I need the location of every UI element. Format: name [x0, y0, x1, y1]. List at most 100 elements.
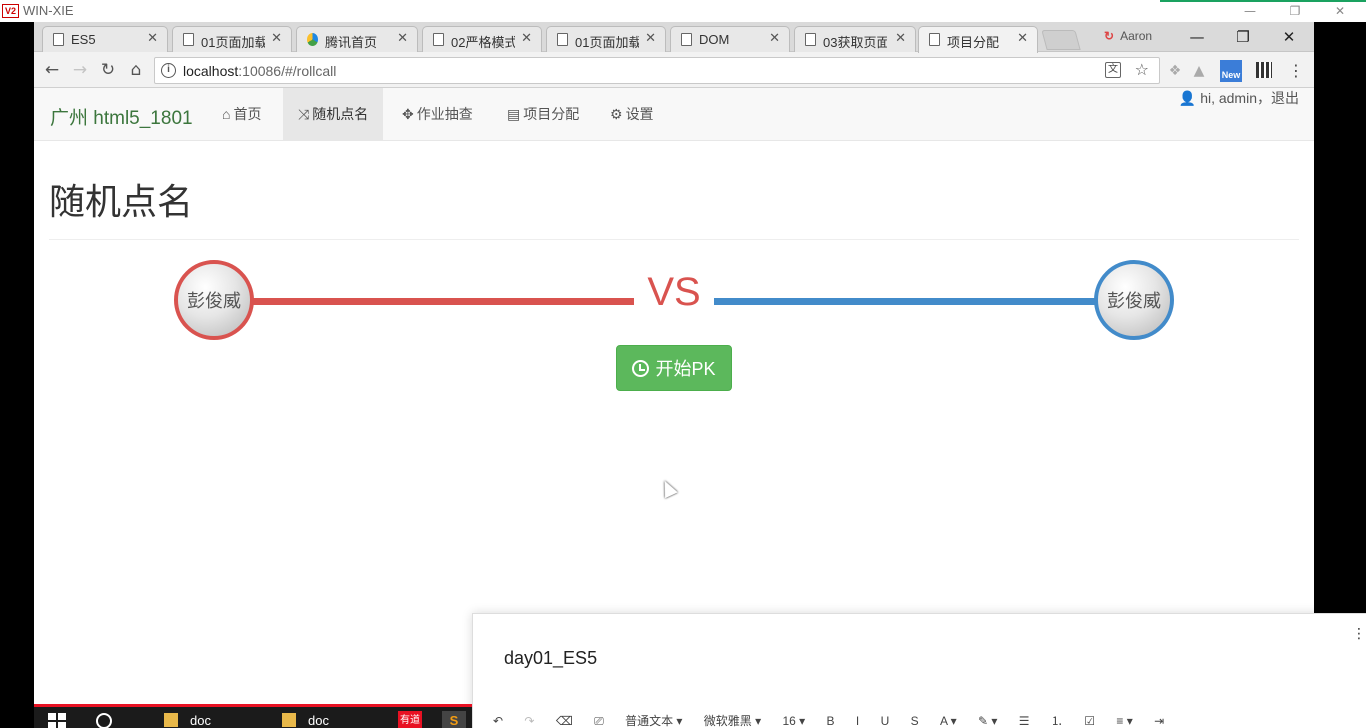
browser-close-button[interactable]: ✕ — [1274, 26, 1304, 48]
tab-close-icon[interactable]: ✕ — [1017, 31, 1028, 46]
info-icon[interactable]: i — [161, 63, 176, 78]
nav-project-assign[interactable]: ▤ 项目分配 — [492, 88, 594, 140]
browser-toolbar: ← → ↻ ⌂ i localhost:10086/#/rollcall 文 ☆… — [34, 53, 1314, 88]
page-icon — [183, 33, 194, 46]
nav-label: 项目分配 — [523, 106, 580, 122]
tab-close-icon[interactable]: ✕ — [895, 31, 906, 46]
translate-icon[interactable]: 文 — [1105, 62, 1121, 78]
nav-label: 首页 — [233, 106, 262, 122]
font-family-select[interactable]: 微软雅黑 ▾ — [704, 712, 761, 728]
tab-close-icon[interactable]: ✕ — [397, 31, 408, 46]
red-team-bar — [252, 298, 634, 305]
font-color-icon[interactable]: A ▾ — [940, 714, 957, 728]
bullet-list-icon[interactable]: ☰ — [1019, 714, 1030, 728]
qr-code-icon[interactable] — [1256, 62, 1272, 78]
sublime-text-icon[interactable]: S — [442, 711, 466, 728]
page-icon — [53, 33, 64, 46]
tab-page-load-1[interactable]: 01页面加载 ✕ — [172, 26, 292, 52]
brand-link[interactable]: 广州 html5_1801 — [50, 103, 193, 130]
tab-tencent[interactable]: 腾讯首页 ✕ — [296, 26, 418, 52]
nav-home[interactable]: ⌂ 首页 — [207, 88, 276, 140]
bold-icon[interactable]: B — [827, 714, 835, 728]
page-icon — [557, 33, 568, 46]
address-bar[interactable]: i localhost:10086/#/rollcall 文 ☆ — [154, 57, 1160, 84]
bookmark-star-icon[interactable]: ☆ — [1135, 60, 1149, 79]
nav-label: 随机点名 — [312, 106, 369, 122]
extension-icon[interactable]: ❖ — [1164, 60, 1186, 82]
more-options-icon[interactable]: ⋮ — [1352, 626, 1366, 642]
indent-icon[interactable]: ⇥ — [1154, 714, 1164, 728]
browser-menu-icon[interactable]: ⋮ — [1285, 60, 1307, 82]
eraser-icon[interactable]: ⌫ — [556, 714, 573, 728]
gear-icon: ⚙ — [610, 106, 623, 122]
font-size-select[interactable]: 16 ▾ — [782, 714, 805, 728]
list-icon: ▤ — [507, 106, 521, 122]
taskbar-item-doc-2[interactable]: doc — [282, 711, 329, 728]
browser-minimize-button[interactable]: — — [1182, 26, 1212, 48]
note-editor-panel: day01_ES5 ⋮ ↶ ↷ ⌫ ⎚ 普通文本 ▾ 微软雅黑 ▾ 16 ▾ B… — [472, 613, 1366, 728]
taskbar-item-doc-1[interactable]: doc — [164, 711, 211, 728]
user-menu[interactable]: 👤 hi, admin，退出 — [1179, 88, 1299, 140]
start-pk-button[interactable]: 开始PK — [616, 345, 732, 391]
windows-start-icon[interactable] — [48, 713, 66, 728]
tab-close-icon[interactable]: ✕ — [769, 31, 780, 46]
home-icon[interactable]: ⌂ — [124, 59, 148, 81]
new-extension-icon[interactable]: New — [1220, 60, 1242, 82]
tab-project-assign[interactable]: 项目分配 ✕ — [918, 26, 1038, 53]
undo-icon[interactable]: ↶ — [493, 714, 503, 728]
reload-icon[interactable]: ↻ — [96, 59, 120, 81]
dashboard-icon — [632, 359, 650, 377]
tab-dom[interactable]: DOM ✕ — [670, 26, 790, 52]
align-icon[interactable]: ≡ ▾ — [1116, 714, 1132, 728]
move-icon: ✥ — [402, 106, 414, 122]
remote-minimize-button[interactable]: — — [1230, 1, 1270, 21]
strikethrough-icon[interactable]: S — [911, 714, 919, 728]
youdao-icon[interactable]: 有道 — [398, 711, 422, 728]
underline-icon[interactable]: U — [881, 714, 890, 728]
home-icon: ⌂ — [222, 106, 231, 122]
search-icon[interactable] — [96, 713, 112, 728]
user-greeting: hi, admin，退出 — [1200, 90, 1299, 106]
profile-button[interactable]: ↻ Aaron — [1104, 29, 1152, 43]
remote-restore-button[interactable]: ❐ — [1275, 1, 1315, 21]
tab-title: 01页面加载 — [575, 35, 639, 50]
tab-close-icon[interactable]: ✕ — [645, 31, 656, 46]
tab-close-icon[interactable]: ✕ — [147, 31, 158, 46]
page-viewport: 广州 html5_1801 ⌂ 首页 ⤨ 随机点名 ✥ 作业抽查 ▤ 项目分配 ⚙ 设置 … — [34, 88, 1314, 704]
forward-icon[interactable]: → — [68, 59, 92, 81]
highlight-icon[interactable]: ✎ ▾ — [978, 714, 997, 728]
tab-strict-mode[interactable]: 02严格模式 ✕ — [422, 26, 542, 52]
remote-desktop-titlebar: V2 WIN-XIE — ❐ ✕ — [0, 0, 1366, 22]
tab-title: ES5 — [71, 32, 96, 47]
tab-title: 01页面加载 — [201, 35, 265, 50]
user-icon: 👤 — [1178, 90, 1197, 106]
nav-settings[interactable]: ⚙ 设置 — [595, 88, 669, 140]
angular-extension-icon[interactable]: ▲ — [1188, 60, 1210, 82]
remote-host-name: WIN-XIE — [23, 3, 74, 18]
left-player-name: 彭俊威 — [187, 291, 241, 311]
note-title[interactable]: day01_ES5 — [504, 648, 597, 669]
italic-icon[interactable]: I — [856, 714, 859, 728]
redo-icon[interactable]: ↷ — [524, 714, 534, 728]
numbered-list-icon[interactable]: ⒈ — [1051, 712, 1063, 728]
nav-homework-check[interactable]: ✥ 作业抽查 — [387, 88, 488, 140]
blue-team-bar — [714, 298, 1099, 305]
tab-close-icon[interactable]: ✕ — [271, 31, 282, 46]
nav-rollcall[interactable]: ⤨ 随机点名 — [283, 88, 384, 140]
back-icon[interactable]: ← — [40, 59, 64, 81]
url-text[interactable]: localhost:10086/#/rollcall — [183, 63, 336, 79]
paragraph-style-select[interactable]: 普通文本 ▾ — [625, 712, 682, 728]
format-painter-icon[interactable]: ⎚ — [594, 714, 604, 728]
tab-get-page[interactable]: 03获取页面 ✕ — [794, 26, 916, 52]
tab-page-load-2[interactable]: 01页面加载 ✕ — [546, 26, 666, 52]
tab-es5[interactable]: ES5 ✕ — [42, 26, 168, 52]
browser-maximize-button[interactable]: ❐ — [1228, 26, 1258, 48]
remote-close-button[interactable]: ✕ — [1320, 1, 1360, 21]
tab-close-icon[interactable]: ✕ — [521, 31, 532, 46]
taskbar-item-label: doc — [190, 713, 211, 728]
new-tab-button[interactable] — [1041, 30, 1081, 50]
vs-label: VS — [647, 270, 701, 314]
checkbox-icon[interactable]: ☑ — [1084, 714, 1095, 728]
mouse-cursor — [658, 477, 678, 499]
profile-icon: ↻ — [1104, 29, 1115, 43]
